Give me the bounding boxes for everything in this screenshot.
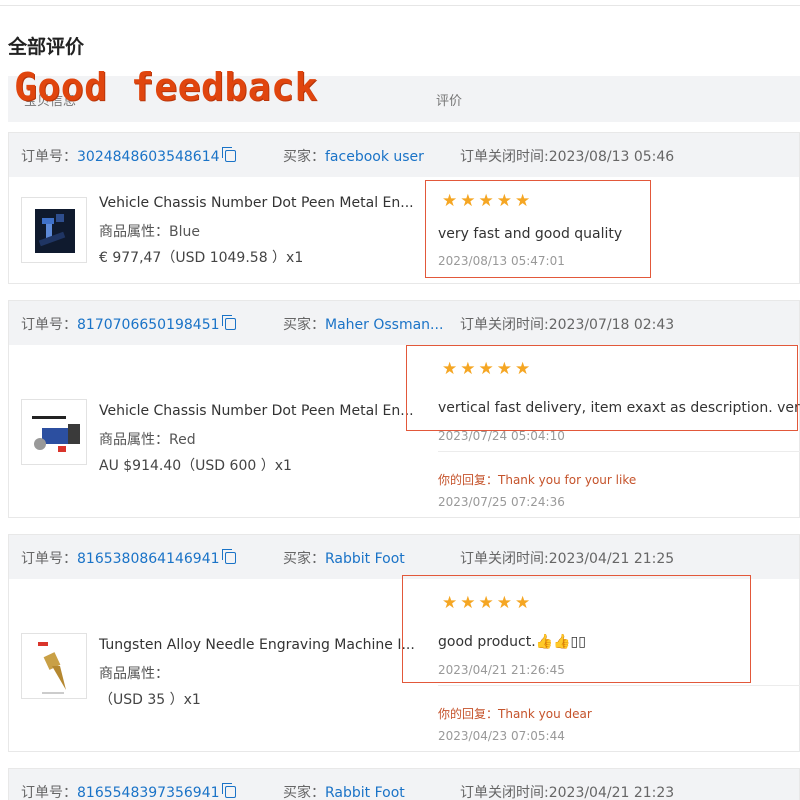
order-number: 订单号：8165548397356941 <box>21 782 236 800</box>
buyer-link[interactable]: Rabbit Foot <box>325 785 405 800</box>
buyer-link[interactable]: Maher Ossman... <box>325 317 443 333</box>
order-card: 订单号：3024848603548614 买家：facebook user 订单… <box>8 132 800 284</box>
divider <box>438 451 800 452</box>
buyer: 买家：Maher Ossman... <box>283 317 444 333</box>
buyer: 买家：Rabbit Foot <box>283 785 405 800</box>
order-number-link[interactable]: 8165380864146941 <box>77 551 220 567</box>
order-number: 订单号：3024848603548614 <box>21 146 236 166</box>
order-header: 订单号：3024848603548614 买家：facebook user 订单… <box>9 133 799 177</box>
copy-icon[interactable] <box>221 549 236 564</box>
product-thumbnail[interactable] <box>21 197 87 263</box>
product-price: AU $914.40（USD 600 ）x1 <box>99 458 292 474</box>
order-header: 订单号：8165380864146941 买家：Rabbit Foot 订单关闭… <box>9 535 799 579</box>
seller-reply: 你的回复：Thank you dear <box>438 707 592 721</box>
buyer: 买家：facebook user <box>283 149 424 165</box>
page-title: 全部评价 <box>8 36 85 58</box>
product-thumbnail[interactable] <box>21 399 87 465</box>
product-price: （USD 35 ）x1 <box>99 692 201 708</box>
reply-time: 2023/07/25 07:24:36 <box>438 495 565 509</box>
highlight-box <box>425 180 651 278</box>
close-time: 订单关闭时间:2023/07/18 02:43 <box>460 317 675 333</box>
close-time: 订单关闭时间:2023/04/21 21:23 <box>460 785 675 800</box>
close-time: 订单关闭时间:2023/04/21 21:25 <box>460 551 675 567</box>
product-attribute: 商品属性：Blue <box>99 224 200 240</box>
product-attribute: 商品属性： <box>99 666 169 682</box>
product-price: € 977,47（USD 1049.58 ）x1 <box>99 250 304 266</box>
product-name[interactable]: Vehicle Chassis Number Dot Peen Metal En… <box>99 403 414 419</box>
buyer: 买家：Rabbit Foot <box>283 551 405 567</box>
order-number-link[interactable]: 8165548397356941 <box>77 785 220 800</box>
product-thumbnail[interactable] <box>21 633 87 699</box>
divider <box>438 685 800 686</box>
highlight-box <box>402 575 751 683</box>
review-time: 2023/07/24 05:04:10 <box>438 429 565 443</box>
order-number-link[interactable]: 3024848603548614 <box>77 149 220 165</box>
header-review: 评价 <box>436 94 463 109</box>
order-number-link[interactable]: 8170706650198451 <box>77 317 220 333</box>
overlay-title: Good feedback <box>14 65 318 109</box>
reviews-page: 全部评价 宝贝信息 评价 Good feedback 订单号：302484860… <box>0 6 800 800</box>
order-number: 订单号：8165380864146941 <box>21 548 236 568</box>
buyer-link[interactable]: Rabbit Foot <box>325 551 405 567</box>
order-header: 订单号：8165548397356941 买家：Rabbit Foot 订单关闭… <box>9 769 799 800</box>
close-time: 订单关闭时间:2023/08/13 05:46 <box>460 149 675 165</box>
product-name[interactable]: Vehicle Chassis Number Dot Peen Metal En… <box>99 195 414 211</box>
highlight-box <box>406 345 798 431</box>
order-header: 订单号：8170706650198451 买家：Maher Ossman... … <box>9 301 799 345</box>
order-number: 订单号：8170706650198451 <box>21 314 236 334</box>
seller-reply: 你的回复：Thank you for your like <box>438 473 637 487</box>
product-attribute: 商品属性：Red <box>99 432 196 448</box>
order-card: 订单号：8165548397356941 买家：Rabbit Foot 订单关闭… <box>8 768 800 800</box>
product-name[interactable]: Tungsten Alloy Needle Engraving Machine … <box>99 637 415 653</box>
reply-time: 2023/04/23 07:05:44 <box>438 729 565 743</box>
copy-icon[interactable] <box>221 783 236 798</box>
buyer-link[interactable]: facebook user <box>325 149 424 165</box>
copy-icon[interactable] <box>221 147 236 162</box>
copy-icon[interactable] <box>221 315 236 330</box>
